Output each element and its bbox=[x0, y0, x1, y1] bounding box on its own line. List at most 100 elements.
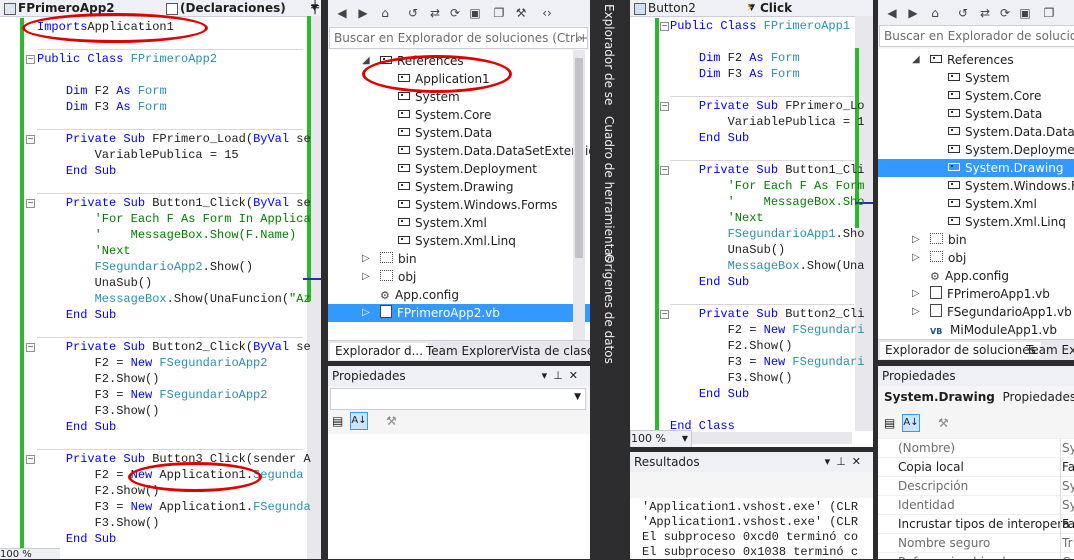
tree-item[interactable]: System bbox=[878, 69, 1074, 87]
code-line[interactable]: F2.Show() bbox=[670, 338, 792, 354]
code-line[interactable]: 'For Each F As Form bbox=[670, 178, 864, 194]
property-pages-icon[interactable]: ⚒ bbox=[938, 416, 949, 430]
output-text[interactable]: 'Application1.vshost.exe' (CLR'Applicati… bbox=[642, 500, 870, 560]
solution-tree[interactable]: ◢ReferencesSystemSystem.CoreSystem.DataS… bbox=[878, 49, 1074, 340]
property-row[interactable]: (Nombre)Sy bbox=[878, 438, 1074, 458]
property-row[interactable]: Nombre seguroTr bbox=[878, 533, 1074, 553]
toolbox-tab[interactable]: Cuadro de herramientas bbox=[602, 116, 616, 262]
chevron-down-icon[interactable]: ▼ bbox=[574, 392, 581, 402]
sync-icon[interactable]: ⇄ bbox=[976, 4, 994, 22]
collapsed-arrow-icon[interactable]: ▷ bbox=[362, 250, 370, 268]
code-line[interactable]: Private Sub FPrimero_Load(ByVal se bbox=[37, 131, 311, 147]
show-all-files-icon[interactable]: ❐ bbox=[1040, 4, 1058, 22]
code-line[interactable]: F2 = New FSegundarioApp2 bbox=[37, 355, 267, 371]
collapse-toggle-icon[interactable]: − bbox=[26, 199, 35, 208]
search-icon[interactable]: ⌕ bbox=[576, 28, 583, 48]
code-line[interactable]: MessageBox.Show(Una bbox=[670, 258, 864, 274]
tree-item[interactable]: System.Deployment bbox=[878, 141, 1074, 159]
code-line[interactable]: F2 = New FSegundari bbox=[670, 322, 864, 338]
search-input[interactable]: Buscar en Explorador de soluciones (Ctrl… bbox=[329, 27, 588, 49]
tree-item[interactable]: System.Data bbox=[328, 124, 590, 142]
code-line[interactable]: VariablePublica = 15 bbox=[37, 147, 239, 163]
code-line[interactable]: FSegundarioApp1.Sho bbox=[670, 226, 864, 242]
tree-item[interactable]: System.Data.DataSetExtension bbox=[328, 142, 590, 160]
solution-tree[interactable]: ◢ReferencesApplication1SystemSystem.Core… bbox=[328, 50, 590, 340]
code-line[interactable]: Public Class FPrimeroApp2 bbox=[37, 51, 217, 67]
code-line[interactable]: F3 = New FSegundari bbox=[670, 354, 864, 370]
collapsed-arrow-icon[interactable]: ▷ bbox=[362, 268, 370, 286]
collapse-toggle-icon[interactable]: − bbox=[26, 343, 35, 352]
collapsed-arrow-icon[interactable]: ▷ bbox=[912, 231, 920, 249]
code-line[interactable]: FSegundarioApp2.Show() bbox=[37, 259, 253, 275]
sync-icon[interactable]: ⇄ bbox=[426, 4, 444, 22]
code-line[interactable]: Private Sub Button1_Cli bbox=[670, 162, 864, 178]
tree-item[interactable]: System.Deployment bbox=[328, 160, 590, 178]
code-line[interactable]: End Sub bbox=[670, 274, 749, 290]
tree-item[interactable]: ⚙App.config bbox=[328, 286, 590, 304]
right-code-editor[interactable]: Button2 ▼ ⚡ Click ▼ Public Class FPrimer… bbox=[630, 0, 873, 447]
forward-icon[interactable]: ▶ bbox=[354, 4, 372, 22]
explorer-tab[interactable]: Explorador d... bbox=[330, 343, 428, 360]
split-window-icon[interactable]: ╪ bbox=[311, 0, 319, 16]
categorized-icon[interactable]: ▤ bbox=[884, 416, 895, 430]
object-selector[interactable]: System.Drawing Propiedades de la bbox=[884, 390, 1074, 404]
scroll-thumb[interactable] bbox=[575, 58, 583, 258]
collapse-all-icon[interactable]: ▣ bbox=[1016, 4, 1034, 22]
show-all-files-icon[interactable]: ❐ bbox=[490, 4, 508, 22]
code-line[interactable]: Public Class FPrimeroApp1 bbox=[670, 18, 850, 34]
property-row[interactable]: Incrustar tipos de interoperabilFa bbox=[878, 514, 1074, 534]
categorized-icon[interactable]: ▤ bbox=[332, 414, 343, 428]
code-line[interactable]: UnaSub() bbox=[37, 275, 152, 291]
code-line[interactable]: Private Sub Button2_Click(ByVal se bbox=[37, 339, 311, 355]
code-line[interactable]: F2.Show() bbox=[37, 371, 159, 387]
forward-icon[interactable]: ▶ bbox=[904, 4, 922, 22]
code-line[interactable]: F3.Show() bbox=[37, 515, 159, 531]
collapsed-arrow-icon[interactable]: ▷ bbox=[912, 303, 920, 321]
collapse-toggle-icon[interactable]: − bbox=[660, 310, 669, 319]
code-line[interactable]: F3 = New Application1.FSegunda bbox=[37, 499, 311, 515]
property-row[interactable]: IdentidadSy bbox=[878, 495, 1074, 515]
tree-item[interactable]: ▷bin bbox=[878, 231, 1074, 249]
code-line[interactable]: End Sub bbox=[37, 307, 116, 323]
view-code-icon[interactable]: ‹› bbox=[538, 4, 556, 22]
code-line[interactable]: Dim F3 As Form bbox=[670, 66, 800, 82]
home-icon[interactable]: ⌂ bbox=[926, 4, 944, 22]
collapse-toggle-icon[interactable]: − bbox=[660, 102, 669, 111]
code-line[interactable]: F3.Show() bbox=[37, 403, 159, 419]
explorer-tab[interactable]: Explorador de soluciones bbox=[880, 342, 1041, 359]
code-line[interactable]: End Sub bbox=[37, 163, 116, 179]
zoom-combo[interactable]: 100 % bbox=[0, 548, 60, 559]
tree-item[interactable]: System.Xml bbox=[328, 214, 590, 232]
search-input[interactable]: Buscar en Explorador de soluciones bbox=[879, 25, 1074, 47]
code-line[interactable]: End Sub bbox=[37, 419, 116, 435]
tree-item[interactable]: VBMiModuleApp1.vb bbox=[878, 321, 1074, 339]
zoom-combo[interactable]: 100 %▼ bbox=[630, 430, 692, 447]
history-icon[interactable]: ↺ bbox=[404, 4, 422, 22]
property-row[interactable]: Copia localFa bbox=[878, 457, 1074, 477]
home-icon[interactable]: ⌂ bbox=[376, 4, 394, 22]
code-line[interactable]: Dim F2 As Form bbox=[37, 83, 167, 99]
tree-item[interactable]: System.Data bbox=[878, 105, 1074, 123]
back-icon[interactable]: ◀ bbox=[883, 4, 901, 22]
code-line[interactable]: End Sub bbox=[670, 130, 749, 146]
code-line[interactable]: Private Sub FPrimero_Lo bbox=[670, 98, 864, 114]
refresh-icon[interactable]: ⟳ bbox=[446, 4, 464, 22]
tree-item[interactable]: ▷obj bbox=[328, 268, 590, 286]
property-row[interactable]: Referencia ubicadaC: bbox=[878, 552, 1074, 559]
tree-item[interactable]: ⚙App.config bbox=[878, 267, 1074, 285]
vertical-scrollbar[interactable] bbox=[307, 16, 321, 559]
code-line[interactable]: Private Sub Button1_Click(ByVal se bbox=[37, 195, 311, 211]
collapse-toggle-icon[interactable]: − bbox=[26, 55, 35, 64]
code-line[interactable]: Dim F2 As Form bbox=[670, 50, 800, 66]
collapse-toggle-icon[interactable]: − bbox=[660, 22, 669, 31]
tree-item[interactable]: System.Windows.Fo bbox=[878, 177, 1074, 195]
code-line[interactable]: End Sub bbox=[670, 386, 749, 402]
tree-item[interactable]: ▷FSegundarioApp1.vb bbox=[878, 303, 1074, 321]
code-line[interactable]: 'Next bbox=[37, 243, 131, 259]
window-buttons[interactable]: ▾⊥✕ bbox=[542, 366, 584, 386]
tree-item[interactable]: ▷FPrimeroApp2.vb bbox=[328, 304, 590, 322]
code-line[interactable]: VariablePublica = 1 bbox=[670, 114, 864, 130]
refresh-icon[interactable]: ⟳ bbox=[996, 4, 1014, 22]
tree-item[interactable]: System.Core bbox=[328, 106, 590, 124]
collapse-toggle-icon[interactable]: − bbox=[26, 455, 35, 464]
